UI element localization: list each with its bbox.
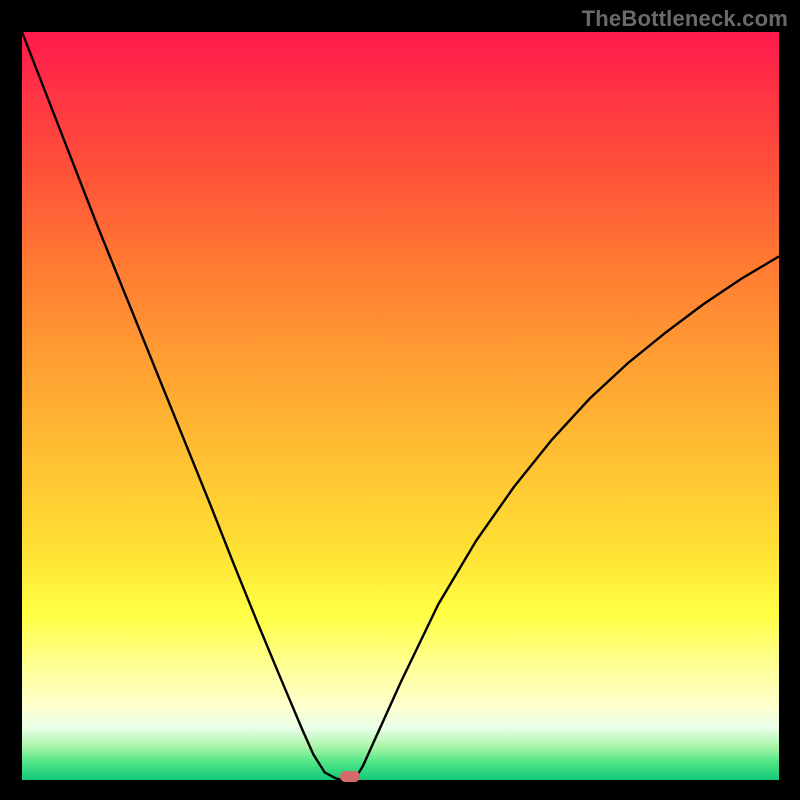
chart-plot-area <box>22 32 779 780</box>
optimum-marker <box>340 771 360 782</box>
watermark-text: TheBottleneck.com <box>582 6 788 32</box>
bottleneck-curve <box>22 32 779 780</box>
bottleneck-curve-path <box>22 32 779 780</box>
